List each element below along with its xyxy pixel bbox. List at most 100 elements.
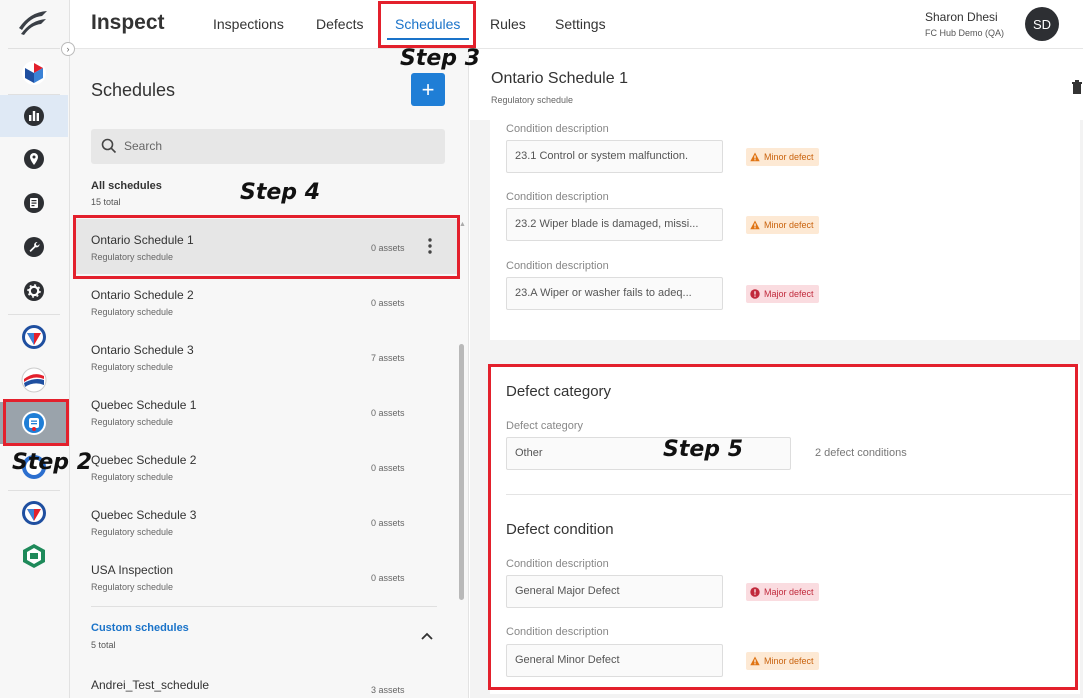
app-icon [23,544,45,568]
search-placeholder: Search [124,139,163,153]
app-rail [0,0,70,698]
app-icon [22,325,46,349]
conditions-card: Condition description 23.1 Control or sy… [490,120,1080,340]
list-item[interactable]: Ontario Schedule 2 Regulatory schedule 0… [76,274,459,329]
search-icon [101,138,117,154]
rail-locations[interactable] [0,138,68,180]
logo-icon[interactable] [16,8,50,38]
list-item[interactable]: Quebec Schedule 3 Regulatory schedule 0 … [76,494,459,549]
add-schedule-button[interactable]: + [411,73,445,106]
custom-schedules-count: 5 total [91,640,116,650]
panel-title: Schedules [91,80,176,100]
condition-label: Condition description [506,191,609,203]
schedule-assets: 3 assets [371,685,405,695]
list-item[interactable]: Andrei_Test_schedule 3 assets [76,664,459,698]
schedule-type: Regulatory schedule [91,472,174,482]
schedule-type: Regulatory schedule [91,582,174,592]
warning-icon [750,152,760,162]
schedule-name: Quebec Schedule 2 [91,453,197,467]
schedule-name: Ontario Schedule 3 [91,343,194,357]
rail-app-1[interactable] [0,52,68,94]
step3-label: Step 3 [400,46,480,71]
nav-settings[interactable]: Settings [555,16,606,32]
all-schedules-title: All schedules [91,180,162,192]
step5-label: Step 5 [663,437,743,462]
schedule-assets: 0 assets [371,573,405,583]
step4-highlight [73,215,460,279]
condition-field[interactable]: 23.2 Wiper blade is damaged, missi... [506,208,723,241]
minor-defect-badge: Minor defect [746,216,819,234]
condition-label: Condition description [506,260,609,272]
schedules-list-panel: Schedules + Search All schedules 15 tota… [70,49,469,698]
list-item[interactable]: Quebec Schedule 1 Regulatory schedule 0 … [76,384,459,439]
schedule-type: Regulatory schedule [91,417,174,427]
group-divider [91,606,437,607]
nav-inspections[interactable]: Inspections [213,16,284,32]
rail-app-6[interactable] [0,535,68,577]
alert-icon [750,289,760,299]
list-item[interactable]: USA Inspection Regulatory schedule 0 ass… [76,549,459,604]
condition-label: Condition description [506,123,609,135]
badge-label: Minor defect [764,220,814,230]
schedule-name: Ontario Schedule 2 [91,288,194,302]
step2-highlight [3,399,69,446]
list-item[interactable]: Ontario Schedule 3 Regulatory schedule 7… [76,329,459,384]
nav-rules[interactable]: Rules [490,16,526,32]
expand-rail-button[interactable]: › [61,42,75,56]
detail-title: Ontario Schedule 1 [491,70,628,87]
schedule-assets: 0 assets [371,518,405,528]
schedule-type: Regulatory schedule [91,362,174,372]
user-org: FC Hub Demo (QA) [925,28,1005,38]
schedule-name: Andrei_Test_schedule [91,678,210,692]
schedule-type: Regulatory schedule [91,527,174,537]
cube-icon [22,61,46,85]
search-input[interactable]: Search [91,129,445,164]
list-item[interactable]: Quebec Schedule 2 Regulatory schedule 0 … [76,439,459,494]
app-icon [21,367,47,393]
schedule-assets: 0 assets [371,408,405,418]
step4-label: Step 4 [240,180,320,205]
rail-settings[interactable] [0,270,68,312]
gear-icon [24,281,44,301]
detail-header: Ontario Schedule 1 Regulatory schedule [470,49,1083,120]
location-icon [24,149,44,169]
minor-defect-badge: Minor defect [746,148,819,166]
all-schedules-count: 15 total [91,197,121,207]
warning-icon [750,220,760,230]
custom-schedules-title[interactable]: Custom schedules [91,622,189,634]
nav-defects[interactable]: Defects [316,16,363,32]
detail-subtitle: Regulatory schedule [491,95,574,105]
badge-label: Minor defect [764,152,814,162]
rail-app-3[interactable] [0,359,68,401]
document-icon [24,193,44,213]
rail-dashboard[interactable] [0,95,68,137]
trash-icon[interactable] [1071,80,1083,94]
step5-highlight [488,364,1078,690]
step3-highlight [378,1,476,48]
schedule-assets: 0 assets [371,298,405,308]
schedule-name: Quebec Schedule 3 [91,508,197,522]
schedule-assets: 0 assets [371,463,405,473]
app-title: Inspect [91,11,165,34]
schedule-name: USA Inspection [91,563,174,577]
rail-app-2[interactable] [0,316,68,358]
schedule-assets: 7 assets [371,353,405,363]
rail-tools[interactable] [0,226,68,268]
scrollbar[interactable] [459,344,464,600]
top-header: Inspect Inspections Defects Schedules Ru… [70,0,1083,49]
avatar[interactable]: SD [1025,7,1059,41]
wrench-icon [24,237,44,257]
scroll-up-arrow[interactable]: ▲ [459,221,466,228]
badge-label: Major defect [764,289,814,299]
rail-documents[interactable] [0,182,68,224]
major-defect-badge: Major defect [746,285,819,303]
condition-field[interactable]: 23.A Wiper or washer fails to adeq... [506,277,723,310]
chart-icon [24,106,44,126]
chevron-up-icon[interactable] [420,631,434,641]
schedule-name: Quebec Schedule 1 [91,398,197,412]
schedule-type: Regulatory schedule [91,307,174,317]
app-icon [22,501,46,525]
condition-field[interactable]: 23.1 Control or system malfunction. [506,140,723,173]
user-name: Sharon Dhesi [925,10,998,24]
rail-app-5[interactable] [0,492,68,534]
